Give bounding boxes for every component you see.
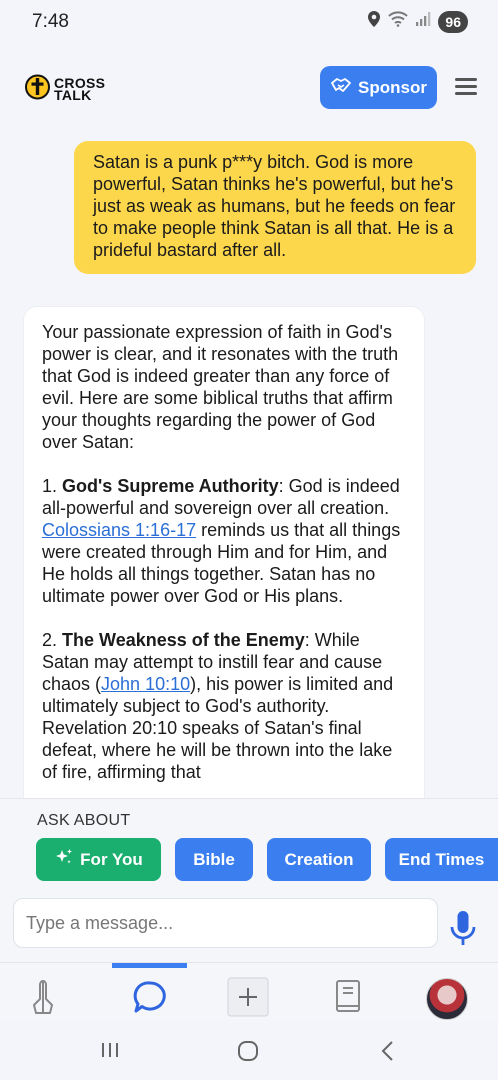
scripture-link-john[interactable]: John 10:10 [101, 674, 190, 694]
nav-chat[interactable] [128, 977, 172, 1021]
ask-about-label: ASK ABOUT [37, 812, 131, 829]
active-tab-indicator [112, 963, 187, 968]
praying-hands-icon [28, 979, 58, 1020]
status-icons: 96 [367, 10, 468, 33]
chat-area[interactable]: Satan is a punk p***y bitch. God is more… [0, 130, 498, 798]
nav-prayer[interactable] [21, 977, 65, 1021]
status-bar: 7:48 96 [0, 0, 498, 44]
chip-creation[interactable]: Creation [267, 838, 371, 881]
user-message-bubble: Satan is a punk p***y bitch. God is more… [74, 141, 476, 274]
point-title: God's Supreme Authority [62, 476, 279, 496]
menu-button[interactable] [455, 78, 477, 98]
system-navigation-bar [0, 1022, 498, 1080]
signal-icon [415, 11, 431, 32]
logo-text: CROSS TALK [54, 75, 106, 103]
home-icon[interactable] [237, 1040, 259, 1067]
book-icon [333, 979, 363, 1020]
bot-message-bubble: Your passionate expression of faith in G… [23, 306, 425, 798]
handshake-icon [330, 76, 352, 99]
app-logo[interactable]: CROSS TALK [24, 73, 105, 105]
chat-bubble-icon [133, 980, 167, 1019]
message-composer [0, 890, 498, 962]
nav-new-chat[interactable] [226, 977, 270, 1021]
ask-about-panel: ASK ABOUT For You Bible Creation End Tim… [0, 798, 498, 891]
sponsor-button[interactable]: Sponsor [320, 66, 437, 109]
microphone-icon[interactable] [450, 910, 476, 948]
sponsor-label: Sponsor [358, 77, 427, 97]
bot-intro: Your passionate expression of faith in G… [42, 322, 399, 452]
plus-icon [227, 977, 269, 1022]
avatar [426, 978, 468, 1020]
chip-for-you[interactable]: For You [36, 838, 161, 881]
recent-apps-icon[interactable] [100, 1040, 120, 1065]
nav-profile[interactable] [425, 977, 469, 1021]
location-icon [367, 10, 381, 33]
nav-bible[interactable] [326, 977, 370, 1021]
back-icon[interactable] [380, 1040, 396, 1067]
scripture-link-colossians[interactable]: Colossians 1:16-17 [42, 520, 196, 540]
message-input[interactable] [13, 898, 438, 948]
logo-icon [24, 73, 51, 105]
sparkle-icon [54, 848, 74, 871]
bottom-navigation [0, 962, 498, 1023]
chip-bible[interactable]: Bible [175, 838, 253, 881]
bot-point-2: 2. The Weakness of the Enemy: While Sata… [42, 630, 394, 782]
chip-end-times[interactable]: End Times [385, 838, 498, 881]
bot-point-1: 1. God's Supreme Authority: God is indee… [42, 476, 401, 606]
point-title: The Weakness of the Enemy [62, 630, 305, 650]
battery-indicator: 96 [438, 10, 468, 33]
app-header: CROSS TALK Sponsor [0, 56, 498, 120]
clock: 7:48 [32, 11, 69, 32]
wifi-icon [388, 11, 409, 32]
